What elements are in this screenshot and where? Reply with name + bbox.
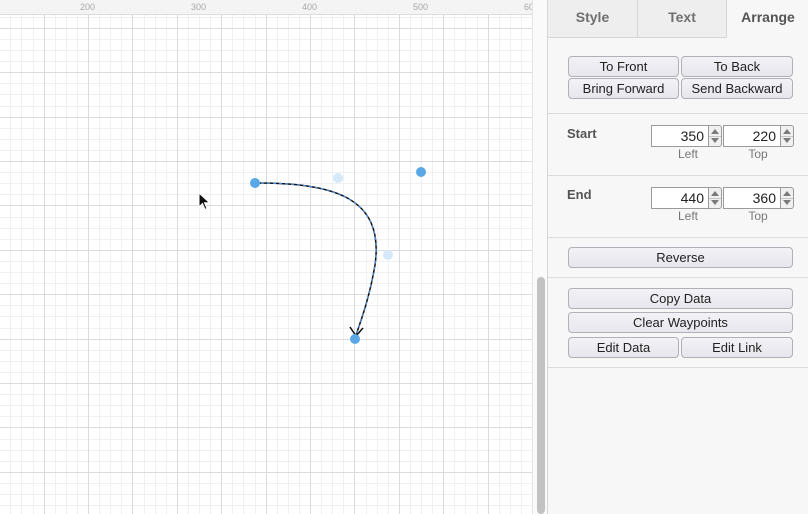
copy-data-button[interactable]: Copy Data [568, 288, 793, 309]
start-top-caption: Top [748, 147, 768, 161]
tab-style[interactable]: Style [548, 0, 638, 38]
tab-arrange[interactable]: Arrange [727, 0, 808, 38]
mouse-pointer-icon [198, 192, 211, 211]
start-top-input[interactable]: 220 [723, 125, 780, 147]
diagram-canvas[interactable]: 200 300 400 500 600 [0, 0, 547, 514]
vertical-scrollbar[interactable] [532, 0, 547, 514]
virtual-bend-handle[interactable] [383, 250, 393, 260]
end-top-caption: Top [748, 209, 768, 223]
start-left-stepper[interactable] [708, 125, 722, 147]
reverse-button[interactable]: Reverse [568, 247, 793, 268]
divider [548, 277, 808, 278]
edit-data-button[interactable]: Edit Data [568, 337, 679, 358]
start-point-handle[interactable] [250, 178, 260, 188]
bring-forward-button[interactable]: Bring Forward [568, 78, 679, 99]
end-label: End [567, 187, 592, 202]
end-top-input[interactable]: 360 [723, 187, 780, 209]
end-left-caption: Left [677, 209, 698, 223]
divider [548, 237, 808, 238]
edit-link-button[interactable]: Edit Link [681, 337, 793, 358]
to-front-button[interactable]: To Front [568, 56, 679, 77]
curved-connector-edge[interactable] [254, 182, 377, 336]
end-top-stepper[interactable] [780, 187, 794, 209]
divider [548, 367, 808, 368]
start-left-caption: Left [677, 147, 698, 161]
start-left-input[interactable]: 350 [651, 125, 708, 147]
divider [548, 113, 808, 114]
end-left-stepper[interactable] [708, 187, 722, 209]
scrollbar-thumb[interactable] [537, 277, 545, 514]
divider [548, 175, 808, 176]
tab-text[interactable]: Text [638, 0, 727, 38]
end-left-input[interactable]: 440 [651, 187, 708, 209]
send-backward-button[interactable]: Send Backward [681, 78, 793, 99]
to-back-button[interactable]: To Back [681, 56, 793, 77]
format-panel: Style Text Arrange To Front To Back Brin… [547, 0, 808, 514]
control-point-handle[interactable] [416, 167, 426, 177]
panel-tabs: Style Text Arrange [548, 0, 808, 38]
start-label: Start [567, 126, 597, 141]
connector-layer [250, 167, 426, 344]
virtual-bend-handle[interactable] [333, 173, 343, 183]
clear-waypoints-button[interactable]: Clear Waypoints [568, 312, 793, 333]
start-top-stepper[interactable] [780, 125, 794, 147]
end-point-handle[interactable] [350, 334, 360, 344]
